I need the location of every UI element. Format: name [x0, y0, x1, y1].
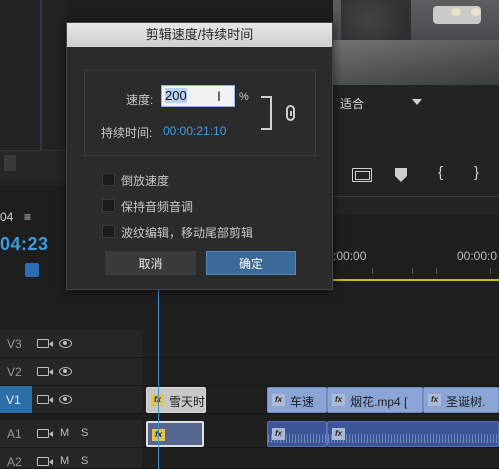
- audio-clip[interactable]: fx: [146, 421, 204, 447]
- track-a2: A2 M S: [0, 448, 499, 469]
- preview-road: [333, 40, 499, 85]
- track-area[interactable]: [142, 358, 499, 385]
- playhead-timecode[interactable]: 04:23: [0, 234, 49, 255]
- speed-unit: %: [239, 91, 249, 103]
- mute-toggle[interactable]: M: [60, 455, 69, 467]
- speed-value: 200: [165, 88, 187, 103]
- fx-badge-icon: fx: [272, 394, 285, 406]
- text-cursor-icon: I: [217, 88, 221, 104]
- menu-icon[interactable]: ≡: [24, 210, 31, 224]
- video-clip[interactable]: fx 圣诞树.: [423, 387, 499, 413]
- ruler-timecode: 00:00:0: [457, 249, 498, 263]
- panel-divider: [40, 0, 42, 150]
- link-bracket: [261, 96, 272, 130]
- clip-speed-duration-dialog: 剪辑速度/持续时间 速度: 200 I % 持续时间: 00:00:21:10 …: [66, 22, 333, 290]
- ruler-tick: [436, 268, 437, 274]
- preview-headlight: [471, 8, 481, 16]
- ruler-tick: [490, 268, 491, 274]
- track-name[interactable]: V1: [0, 386, 32, 413]
- playhead-line[interactable]: [158, 280, 159, 469]
- camera-icon[interactable]: [37, 395, 53, 404]
- solo-toggle[interactable]: S: [81, 455, 88, 467]
- track-area[interactable]: [142, 448, 499, 468]
- camera-icon[interactable]: [37, 367, 53, 376]
- track-a1: A1 M S fx fx fx: [0, 420, 499, 448]
- checkbox-label: 保持音频音调: [121, 200, 194, 214]
- snap-icon[interactable]: [25, 263, 39, 277]
- dialog-title: 剪辑速度/持续时间: [67, 23, 332, 47]
- safe-margins-icon[interactable]: [352, 168, 372, 182]
- add-marker-icon[interactable]: [395, 168, 407, 182]
- cancel-button[interactable]: 取消: [105, 251, 196, 275]
- clip-label: 车速: [290, 395, 315, 409]
- camera-icon[interactable]: [37, 339, 53, 348]
- mark-out-icon[interactable]: }: [474, 164, 479, 181]
- clip-label: 圣诞树.: [446, 395, 486, 409]
- mute-toggle[interactable]: M: [60, 427, 69, 439]
- mark-in-icon[interactable]: {: [438, 164, 443, 181]
- audio-clip[interactable]: fx: [327, 421, 499, 447]
- speed-label: 速度:: [126, 93, 154, 107]
- duration-label: 持续时间:: [101, 126, 153, 140]
- link-icon[interactable]: [286, 105, 295, 121]
- ok-button[interactable]: 确定: [206, 251, 296, 275]
- eye-icon[interactable]: [59, 395, 72, 404]
- program-monitor-preview: [333, 0, 499, 85]
- clip-label: 烟花.mp4 [: [350, 395, 408, 409]
- clip-label: 雪天时: [169, 395, 206, 409]
- video-clip[interactable]: fx 雪天时: [146, 387, 206, 413]
- divider: [333, 196, 499, 197]
- eye-icon[interactable]: [59, 339, 72, 348]
- reverse-speed-checkbox[interactable]: [102, 173, 115, 186]
- ripple-edit-checkbox[interactable]: [102, 225, 115, 238]
- fx-badge-icon: fx: [428, 394, 441, 406]
- track-header: A2 M S: [0, 448, 142, 469]
- ruler-tick: [372, 268, 373, 274]
- duration-value[interactable]: 00:00:21:10: [163, 124, 226, 138]
- track-name[interactable]: A2: [7, 455, 22, 469]
- sequence-tab[interactable]: 04: [0, 210, 13, 224]
- checkbox-label: 倒放速度: [121, 174, 170, 188]
- track-v3: V3: [0, 330, 499, 358]
- sync-lock-icon[interactable]: [37, 429, 53, 438]
- track-name[interactable]: V3: [7, 337, 22, 351]
- panel-control[interactable]: [4, 155, 16, 171]
- track-v1: V1 fx 雪天时 fx 车速 fx 烟花.mp4 [ fx 圣诞树.: [0, 386, 499, 414]
- track-header: V3: [0, 330, 142, 357]
- zoom-fit-select[interactable]: 适合: [340, 95, 364, 112]
- ruler-tick: [412, 268, 413, 274]
- audio-clip[interactable]: fx: [267, 421, 327, 447]
- preview-headlight: [451, 8, 461, 16]
- sync-lock-icon[interactable]: [37, 457, 53, 466]
- track-header: V2: [0, 358, 142, 385]
- track-area[interactable]: [142, 330, 499, 357]
- video-clip[interactable]: fx 烟花.mp4 [: [327, 387, 423, 413]
- track-area[interactable]: fx 雪天时 fx 车速 fx 烟花.mp4 [ fx 圣诞树.: [142, 386, 499, 413]
- ruler-timecode: :00:00: [333, 249, 367, 263]
- audio-waveform: [268, 434, 326, 443]
- track-v2: V2: [0, 358, 499, 386]
- track-name[interactable]: A1: [7, 427, 22, 441]
- video-clip[interactable]: fx 车速: [267, 387, 327, 413]
- eye-icon[interactable]: [59, 367, 72, 376]
- track-header: V1: [0, 386, 142, 413]
- track-area[interactable]: fx fx fx: [142, 420, 499, 447]
- fx-badge-icon: fx: [332, 394, 345, 406]
- audio-waveform: [328, 434, 498, 443]
- solo-toggle[interactable]: S: [81, 427, 88, 439]
- track-header: A1 M S: [0, 420, 142, 447]
- work-area-bar[interactable]: [333, 279, 499, 281]
- checkbox-label: 波纹编辑，移动尾部剪辑: [121, 226, 254, 240]
- chevron-down-icon[interactable]: [412, 99, 422, 105]
- speed-input[interactable]: 200: [161, 85, 235, 107]
- track-name[interactable]: V2: [7, 365, 22, 379]
- speed-duration-group: [84, 70, 316, 156]
- maintain-audio-pitch-checkbox[interactable]: [102, 199, 115, 212]
